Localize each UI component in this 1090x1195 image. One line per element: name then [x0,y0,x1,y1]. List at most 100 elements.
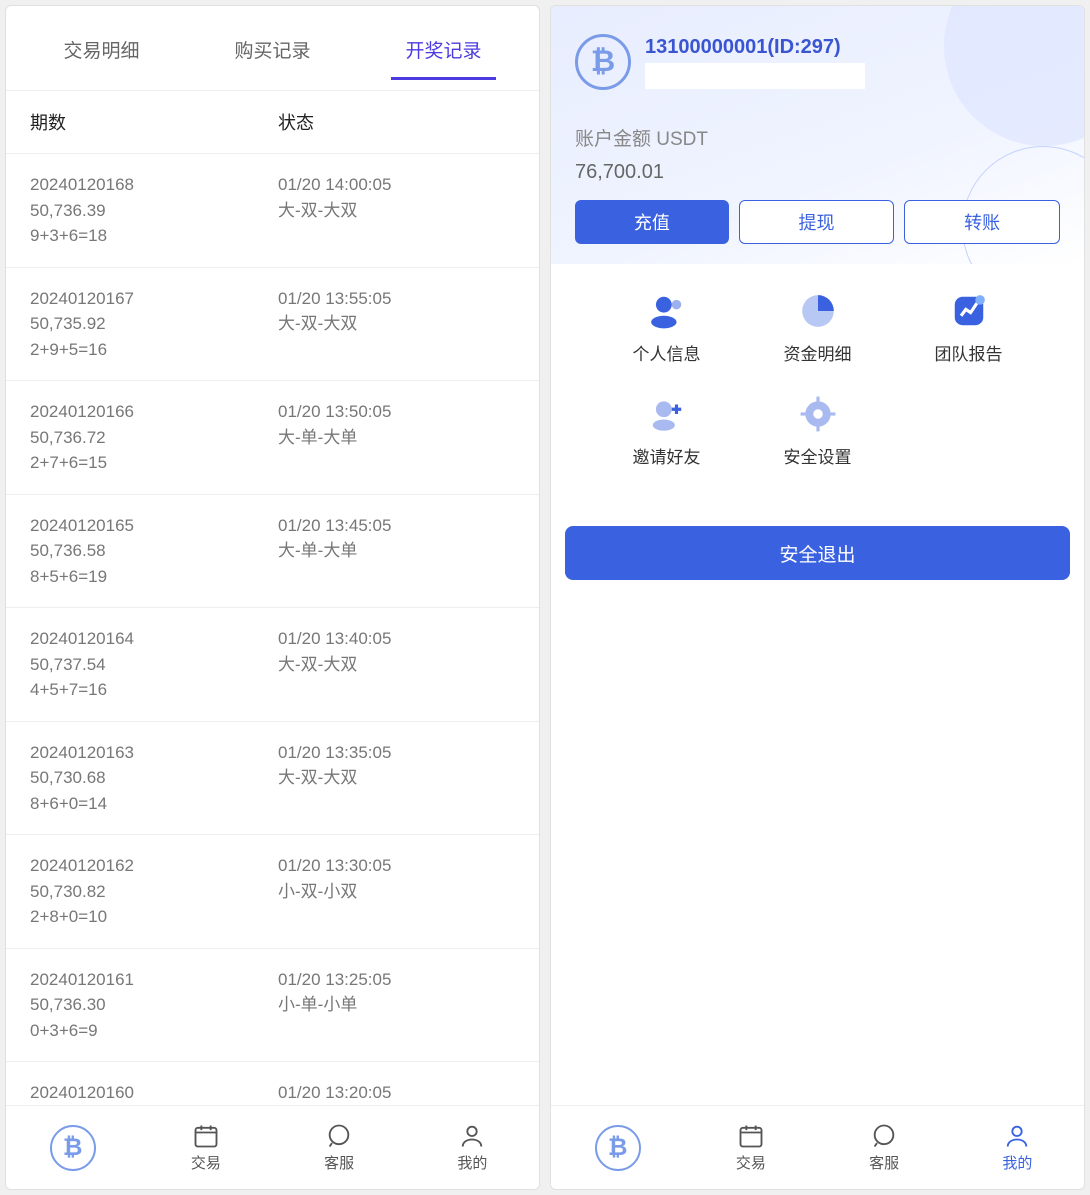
nav-mine-r[interactable]: 我的 [951,1106,1084,1189]
balance-label: 账户金额 USDT [575,124,1060,151]
user-tag [645,63,865,89]
bottom-nav-right: ₿ 交易 客服 我的 [551,1105,1084,1189]
row-period: 20240120163 [30,740,278,766]
row-result: 小-单-小单 [278,992,515,1018]
tab-lottery[interactable]: 开奖记录 [391,30,495,80]
tab-transaction[interactable]: 交易明细 [49,30,153,80]
row-calc: 0+3+6=9 [30,1018,278,1044]
balance-value: 76,700.01 [575,161,1060,184]
row-time: 01/20 13:35:05 [278,740,515,766]
row-result: 大-双-大双 [278,311,515,337]
row-calc: 2+8+0=10 [30,904,278,930]
tab-purchase[interactable]: 购买记录 [220,30,324,80]
row-value: 50,736.72 [30,425,278,451]
table-row: 2024012016050,733.522+5+3=1001/20 13:20:… [6,1062,539,1105]
calendar-icon [737,1122,765,1150]
row-period: 20240120167 [30,286,278,312]
row-result: 小-双-小双 [278,879,515,905]
row-time: 01/20 13:25:05 [278,967,515,993]
menu-profile[interactable]: 个人信息 [591,292,742,365]
nav-trade[interactable]: 交易 [139,1106,272,1189]
row-value: 50,736.58 [30,538,278,564]
table-header: 期数 状态 [6,91,539,154]
chat-icon [870,1122,898,1150]
invite-icon [648,395,686,433]
header-status: 状态 [278,109,515,135]
row-calc: 8+6+0=14 [30,791,278,817]
nav-home[interactable]: ₿ [6,1106,139,1189]
piechart-icon [799,292,837,330]
row-period: 20240120161 [30,967,278,993]
row-value: 50,730.68 [30,765,278,791]
menu-grid: 个人信息 资金明细 团队报告 邀请好友 安全设置 [551,264,1084,496]
gear-icon [799,395,837,433]
table-row: 2024012016750,735.922+9+5=1601/20 13:55:… [6,268,539,382]
row-time: 01/20 13:40:05 [278,626,515,652]
menu-funds[interactable]: 资金明细 [742,292,893,365]
phone-lottery: 交易明细 购买记录 开奖记录 期数 状态 2024012016850,736.3… [5,5,540,1190]
header-period: 期数 [30,109,278,135]
withdraw-button[interactable]: 提现 [739,200,895,244]
row-result: 大-双-大双 [278,198,515,224]
row-period: 20240120162 [30,853,278,879]
bitcoin-icon: ₿ [50,1125,96,1171]
row-result: 大-单-大单 [278,425,515,451]
menu-security[interactable]: 安全设置 [742,395,893,468]
logout-button[interactable]: 安全退出 [565,526,1070,580]
row-period: 20240120164 [30,626,278,652]
action-buttons: 充值 提现 转账 [575,200,1060,244]
row-result: 大-单-大单 [278,538,515,564]
phone-profile: ₿ 13100000001(ID:297) 账户金额 USDT 76,700.0… [550,5,1085,1190]
bitcoin-icon: ₿ [595,1125,641,1171]
row-calc: 8+5+6=19 [30,564,278,590]
profile-icon [648,292,686,330]
table-row: 2024012016450,737.544+5+7=1601/20 13:40:… [6,608,539,722]
row-value: 50,735.92 [30,311,278,337]
row-time: 01/20 13:45:05 [278,513,515,539]
person-icon [1003,1122,1031,1150]
user-id: 13100000001(ID:297) [645,36,865,59]
nav-service[interactable]: 客服 [273,1106,406,1189]
row-value: 50,736.39 [30,198,278,224]
row-time: 01/20 13:55:05 [278,286,515,312]
row-time: 01/20 14:00:05 [278,172,515,198]
row-value: 50,730.82 [30,879,278,905]
calendar-icon [192,1122,220,1150]
menu-team[interactable]: 团队报告 [893,292,1044,365]
table-row: 2024012016150,736.300+3+6=901/20 13:25:0… [6,949,539,1063]
menu-invite[interactable]: 邀请好友 [591,395,742,468]
row-time: 01/20 13:30:05 [278,853,515,879]
row-period: 20240120166 [30,399,278,425]
table-row: 2024012016550,736.588+5+6=1901/20 13:45:… [6,495,539,609]
person-icon [458,1122,486,1150]
row-value: 50,737.54 [30,652,278,678]
recharge-button[interactable]: 充值 [575,200,729,244]
row-value: 50,736.30 [30,992,278,1018]
row-result: 大-双-大双 [278,652,515,678]
hero: ₿ 13100000001(ID:297) 账户金额 USDT 76,700.0… [551,6,1084,264]
table-row: 2024012016650,736.722+7+6=1501/20 13:50:… [6,381,539,495]
bottom-nav-left: ₿ 交易 客服 我的 [6,1105,539,1189]
row-period: 20240120160 [30,1080,278,1105]
row-period: 20240120165 [30,513,278,539]
row-period: 20240120168 [30,172,278,198]
row-calc: 4+5+7=16 [30,677,278,703]
nav-trade-r[interactable]: 交易 [684,1106,817,1189]
row-calc: 2+9+5=16 [30,337,278,363]
avatar-bitcoin-icon: ₿ [575,34,631,90]
nav-service-r[interactable]: 客服 [818,1106,951,1189]
row-result: 大-双-大双 [278,765,515,791]
row-time: 01/20 13:50:05 [278,399,515,425]
table-row: 2024012016350,730.688+6+0=1401/20 13:35:… [6,722,539,836]
table-row: 2024012016850,736.399+3+6=1801/20 14:00:… [6,154,539,268]
rows-container: 2024012016850,736.399+3+6=1801/20 14:00:… [6,154,539,1105]
transfer-button[interactable]: 转账 [904,200,1060,244]
chat-icon [325,1122,353,1150]
table-row: 2024012016250,730.822+8+0=1001/20 13:30:… [6,835,539,949]
row-time: 01/20 13:20:05 [278,1080,515,1105]
profile-row: ₿ 13100000001(ID:297) [575,34,1060,90]
nav-home-r[interactable]: ₿ [551,1106,684,1189]
report-icon [950,292,988,330]
nav-mine[interactable]: 我的 [406,1106,539,1189]
top-tabs: 交易明细 购买记录 开奖记录 [6,6,539,91]
